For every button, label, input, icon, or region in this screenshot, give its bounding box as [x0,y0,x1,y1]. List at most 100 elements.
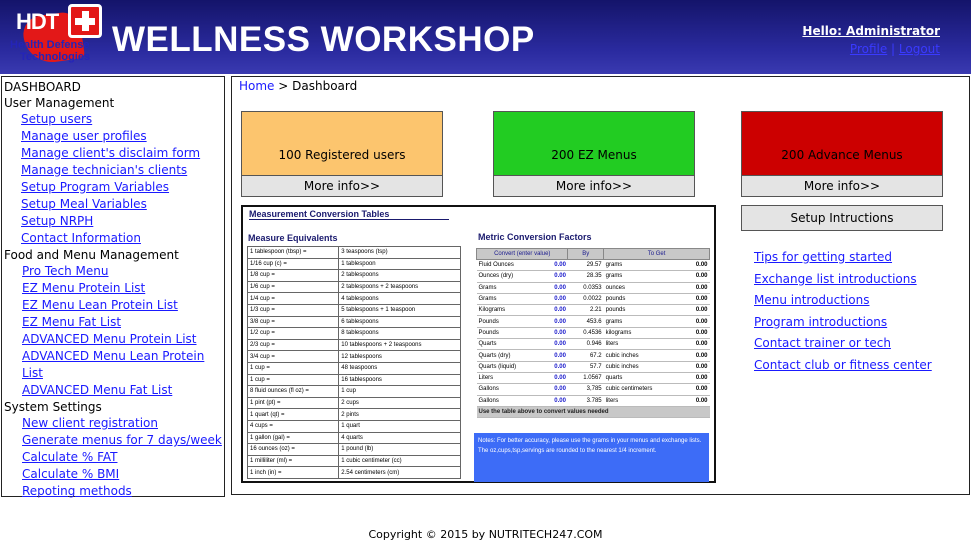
metric-row: Ounces (dry) 0.00 28.35 grams 0.00 [476,270,710,283]
card-value: 100 Registered users [278,148,406,162]
measure-equivalent: 6 tablespoons [338,315,461,329]
setup-link-tips-for-getting-started[interactable]: Tips for getting started [754,247,932,269]
setup-link-contact-club-or-fitness-center[interactable]: Contact club or fitness center [754,355,932,377]
sidebar-item-calculate-bmi[interactable]: Calculate % BMI [22,466,224,483]
measure-row: 1 inch (in) = 2.54 centimeters (cm) [246,466,461,479]
metric-result: 0.00 [684,338,710,351]
metric-factors-title: Metric Conversion Factors [478,232,592,242]
sidebar-section-food-menu: Food and Menu Management [4,248,179,262]
user-greeting: Hello: Administrator [802,24,940,38]
metric-row: Grams 0.00 0.0022 pounds 0.00 [476,293,710,306]
card-value: 200 Advance Menus [781,148,903,162]
metric-to-unit: liters [603,338,685,351]
measure-unit: 1/4 cup = [246,292,340,305]
sidebar-item-advanced-menu-protein-list[interactable]: ADVANCED Menu Protein List [22,331,224,348]
conversion-tables-panel: Measurement Conversion Tables Measure Eq… [241,205,716,483]
metric-input-value[interactable]: 0.00 [542,315,568,328]
sidebar-item-manage-technician-s-clients[interactable]: Manage technician's clients [21,162,224,179]
metric-input-value[interactable]: 0.00 [542,270,568,283]
measure-unit: 1/3 cup = [246,303,340,317]
metric-result: 0.00 [684,395,710,407]
metric-result: 0.00 [684,327,710,340]
measure-row: 1 milliliter (ml) = 1 cubic centimeter (c… [246,454,461,468]
sidebar-item-setup-meal-variables[interactable]: Setup Meal Variables [21,196,224,213]
metric-result: 0.00 [684,259,710,272]
sidebar-item-setup-program-variables[interactable]: Setup Program Variables [21,179,224,196]
measure-equivalent: 5 tablespoons + 1 teaspoon [338,303,461,317]
metric-input-value[interactable]: 0.00 [542,361,568,373]
measure-equivalent: 2 tablespoons [338,269,461,282]
sidebar-item-manage-user-profiles[interactable]: Manage user profiles [21,128,224,145]
measure-equivalents-table: 1 tablespoon (tbsp) = 3 teaspoons (tsp) 1/… [246,246,461,479]
main-content: Home > Dashboard 100 Registered users Mo… [231,76,970,495]
measure-equivalent: 1 quart [338,419,461,433]
metric-input-value[interactable]: 0.00 [542,282,568,294]
measure-equivalent: 2 tablespoons + 2 teaspoons [338,280,461,294]
metric-input-value[interactable]: 0.00 [542,372,568,385]
logo-line-1: Health Defense [10,39,90,51]
metric-input-value[interactable]: 0.00 [542,383,568,396]
metric-result: 0.00 [684,372,710,385]
sidebar-item-advanced-menu-fat-list[interactable]: ADVANCED Menu Fat List [22,382,224,399]
measure-row: 3/4 cup = 12 tablespoons [246,350,461,363]
metric-from-unit: Gallons [476,395,543,407]
sidebar-dashboard[interactable]: DASHBOARD [4,79,224,95]
setup-link-menu-introductions[interactable]: Menu introductions [754,290,932,312]
metric-to-unit: kilograms [603,327,685,340]
metric-input-value[interactable]: 0.00 [542,327,568,340]
measure-equivalent: 48 teaspoons [338,361,461,375]
metric-from-unit: Liters [476,372,543,385]
metric-input-value[interactable]: 0.00 [542,395,568,407]
metric-row: Grams 0.00 0.0353 ounces 0.00 [476,282,710,294]
metric-input-value[interactable]: 0.00 [542,338,568,351]
metric-input-value[interactable]: 0.00 [542,304,568,317]
more-info-button[interactable]: More info>> [494,175,694,196]
metric-input-value[interactable]: 0.00 [542,259,568,272]
metric-from-unit: Pounds [476,327,543,340]
metric-result: 0.00 [684,361,710,373]
breadcrumb-home[interactable]: Home [239,79,274,93]
metric-input-value[interactable]: 0.00 [542,349,568,362]
hdt-logo[interactable]: HDT Health Defense Technologies [6,4,106,68]
user-links: Profile | Logout [850,42,940,56]
more-info-button[interactable]: More info>> [242,175,442,196]
measure-equivalent: 16 tablespoons [338,373,461,387]
sidebar-item-new-client-registration[interactable]: New client registration [22,415,224,432]
logout-link[interactable]: Logout [899,42,940,56]
sidebar-item-manage-client-s-disclaim-form[interactable]: Manage client's disclaim form [21,145,224,162]
metric-input-value[interactable]: 0.00 [542,293,568,306]
sidebar-item-contact-information[interactable]: Contact Information [21,230,224,247]
measure-unit: 1 quart (qt) = [246,408,340,421]
metric-row: Gallons 0.00 3,785 cubic centimeters 0.00 [476,383,710,396]
measure-unit: 1/16 cup (c) = [246,257,340,271]
sidebar-item-advanced-menu-lean-protein-list[interactable]: ADVANCED Menu Lean Protein List [22,348,224,382]
sidebar-item-setup-users[interactable]: Setup users [21,111,224,128]
medical-cross-icon [68,4,102,38]
sidebar-item-repoting-methods[interactable]: Repoting methods [22,483,224,500]
more-info-button[interactable]: More info>> [742,175,942,196]
sidebar-item-ez-menu-protein-list[interactable]: EZ Menu Protein List [22,280,224,297]
setup-link-contact-trainer-or-tech[interactable]: Contact trainer or tech [754,333,932,355]
sidebar-item-pro-tech-menu[interactable]: Pro Tech Menu [22,263,224,280]
metric-from-unit: Quarts [476,338,543,351]
sidebar-item-setup-nrph[interactable]: Setup NRPH [21,213,224,230]
measure-unit: 3/8 cup = [246,315,340,329]
sidebar-item-calculate-fat[interactable]: Calculate % FAT [22,449,224,466]
metric-result: 0.00 [684,293,710,306]
measure-unit: 1 cup = [246,361,340,375]
metric-header-by: By [567,248,605,260]
metric-from-unit: Grams [476,293,543,306]
metric-footer-row: Use the table above to convert values ne… [476,406,710,419]
profile-link[interactable]: Profile [850,42,887,56]
sidebar-item-ez-menu-fat-list[interactable]: EZ Menu Fat List [22,314,224,331]
measure-unit: 1 inch (in) = [246,466,340,479]
measure-equivalent: 8 tablespoons [338,327,461,340]
setup-link-exchange-list-introductions[interactable]: Exchange list introductions [754,269,932,291]
metric-factor: 3.785 [567,395,604,407]
metric-from-unit: Quarts (liquid) [476,361,543,373]
setup-link-program-introductions[interactable]: Program introductions [754,312,932,334]
metric-to-unit: cubic inches [603,349,685,362]
sidebar-item-ez-menu-lean-protein-list[interactable]: EZ Menu Lean Protein List [22,297,224,314]
sidebar-item-generate-menus-for-7-days-week[interactable]: Generate menus for 7 days/week [22,432,224,449]
metric-footer: Use the table above to convert values ne… [476,406,710,419]
